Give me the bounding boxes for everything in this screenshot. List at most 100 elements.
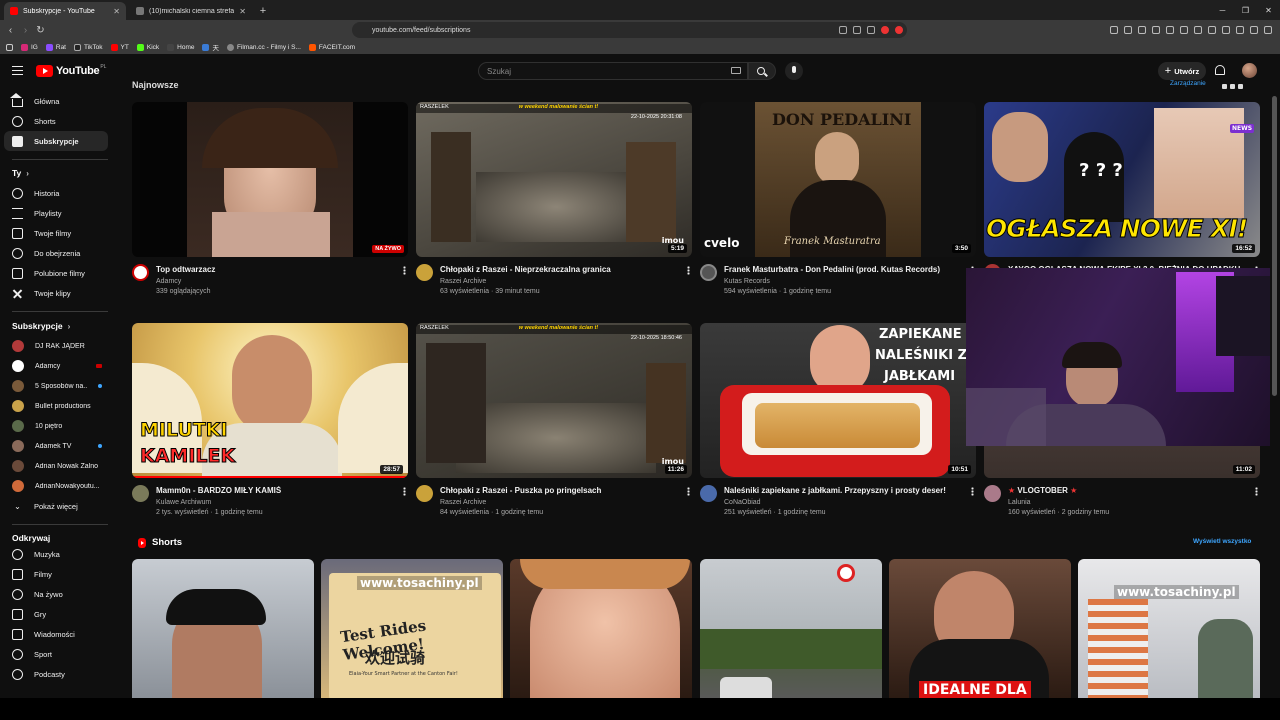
short-card[interactable] bbox=[700, 559, 882, 700]
forward-arrow-icon[interactable]: › bbox=[18, 20, 33, 40]
keyboard-icon[interactable] bbox=[731, 67, 741, 74]
sidebar-item-podcasts[interactable]: Podcasty bbox=[4, 664, 108, 684]
tab-close-icon[interactable]: ✕ bbox=[239, 7, 246, 16]
youtube-logo[interactable]: YouTube PL bbox=[36, 64, 106, 77]
sidebar-icon[interactable] bbox=[1208, 26, 1216, 34]
sidebar-item-news[interactable]: Wiadomości bbox=[4, 624, 108, 644]
brave-shield-icon[interactable] bbox=[881, 26, 889, 34]
sidebar-item-watch-later[interactable]: Do obejrzenia bbox=[4, 243, 108, 263]
extension-icon[interactable] bbox=[1138, 26, 1146, 34]
video-thumbnail[interactable]: DON PEDALINI Franek Masturatra cvelo 3:5… bbox=[700, 102, 976, 257]
tab-close-icon[interactable]: ✕ bbox=[113, 7, 120, 16]
video-title[interactable]: ★ VLOGTOBER ★ bbox=[1008, 486, 1244, 495]
sidebar-sub-item[interactable]: AdrianNowakyoutu... bbox=[4, 476, 108, 496]
sidebar-item-home[interactable]: Główna bbox=[4, 91, 108, 111]
extension-icon[interactable] bbox=[1110, 26, 1118, 34]
channel-name[interactable]: Raszei Archive bbox=[440, 278, 486, 285]
page-scrollbar[interactable] bbox=[1270, 56, 1280, 698]
bookmark-faceit[interactable]: FACEIT.com bbox=[308, 43, 355, 51]
sidebar-item-shorts[interactable]: Shorts bbox=[4, 111, 108, 131]
cast-icon[interactable] bbox=[839, 26, 847, 34]
bookmark-tian[interactable]: 天 bbox=[202, 42, 219, 52]
bookmark-filman[interactable]: Filman.cc - Filmy i S... bbox=[226, 43, 301, 51]
sidebar-sub-item[interactable]: Adrian Nowak Żalno bbox=[4, 456, 108, 476]
sidebar-item-gaming[interactable]: Gry bbox=[4, 604, 108, 624]
minimize-icon[interactable]: ─ bbox=[1211, 0, 1234, 20]
sidebar-item-playlists[interactable]: Playlisty bbox=[4, 203, 108, 223]
bookmark-yt[interactable]: YT bbox=[110, 43, 129, 51]
star-icon[interactable] bbox=[867, 26, 875, 34]
extension-icon[interactable] bbox=[1152, 26, 1160, 34]
channel-name[interactable]: Raszei Archive bbox=[440, 499, 486, 506]
sidebar-sub-item[interactable]: Adamek TV bbox=[4, 436, 108, 456]
more-actions-icon[interactable] bbox=[687, 487, 690, 496]
short-card[interactable]: www.tosachiny.pl bbox=[1078, 559, 1260, 700]
short-card[interactable] bbox=[132, 559, 314, 700]
video-title[interactable]: Chłopaki z Raszei - Nieprzekraczalna gra… bbox=[440, 265, 676, 274]
channel-avatar[interactable] bbox=[416, 264, 433, 281]
bookmark-kick[interactable]: Kick bbox=[136, 43, 159, 51]
more-actions-icon[interactable] bbox=[971, 487, 974, 496]
voice-search-button[interactable] bbox=[785, 62, 803, 80]
video-title[interactable]: Top odtwarzacz bbox=[156, 265, 392, 274]
bookmark-rat[interactable]: Rat bbox=[45, 43, 66, 51]
vpn-icon[interactable] bbox=[1236, 26, 1244, 34]
sidebar-item-sport[interactable]: Sport bbox=[4, 644, 108, 664]
search-input[interactable]: Szukaj bbox=[478, 62, 748, 80]
channel-avatar[interactable] bbox=[984, 485, 1001, 502]
sidebar-item-clips[interactable]: Twoje klipy bbox=[4, 283, 108, 303]
extension-icon[interactable] bbox=[1180, 26, 1188, 34]
sidebar-item-movies[interactable]: Filmy bbox=[4, 564, 108, 584]
more-actions-icon[interactable] bbox=[403, 266, 406, 275]
sidebar-item-your-videos[interactable]: Twoje filmy bbox=[4, 223, 108, 243]
apps-grid-icon[interactable] bbox=[6, 43, 13, 51]
video-thumbnail[interactable]: RASZELEK w weekend malowanie ścian t! 22-… bbox=[416, 323, 692, 478]
extension-icon[interactable] bbox=[1124, 26, 1132, 34]
guide-menu-icon[interactable] bbox=[12, 66, 23, 75]
channel-name[interactable]: Adamcy bbox=[156, 278, 181, 285]
grid-view-icon[interactable] bbox=[1222, 84, 1243, 89]
sidebar-you-heading[interactable]: Ty › bbox=[12, 168, 29, 178]
sidebar-item-live[interactable]: Na żywo bbox=[4, 584, 108, 604]
bookmark-home[interactable]: Home bbox=[167, 43, 194, 51]
share-icon[interactable] bbox=[853, 26, 861, 34]
rewards-icon[interactable] bbox=[895, 26, 903, 34]
account-avatar[interactable] bbox=[1242, 63, 1257, 78]
video-title[interactable]: Mamm0n - BARDZO MIŁY KAMIŚ bbox=[156, 486, 392, 495]
channel-name[interactable]: CoNaObiad bbox=[724, 499, 761, 506]
sidebar-subscriptions-heading[interactable]: Subskrypcje › bbox=[12, 321, 70, 331]
sidebar-sub-item[interactable]: 5 Sposobów na... bbox=[4, 376, 108, 396]
menu-icon[interactable] bbox=[1264, 26, 1272, 34]
back-arrow-icon[interactable]: ‹ bbox=[3, 20, 18, 40]
sidebar-item-history[interactable]: Historia bbox=[4, 183, 108, 203]
create-button[interactable]: + Utwórz bbox=[1158, 62, 1206, 80]
close-window-icon[interactable]: ✕ bbox=[1257, 0, 1280, 20]
notifications-bell-icon[interactable] bbox=[1215, 65, 1225, 75]
video-thumbnail[interactable]: ? ? ? OGŁASZA NOWE XI! NEWS 16:52 bbox=[984, 102, 1260, 257]
browser-tab-second[interactable]: (10)michalski ciemna strefa (@micha... ✕ bbox=[130, 2, 252, 20]
channel-avatar[interactable] bbox=[700, 485, 717, 502]
short-card[interactable]: IDEALNE DLA bbox=[889, 559, 1071, 700]
browser-tab-youtube[interactable]: Subskrypcje - YouTube ✕ bbox=[4, 2, 126, 20]
channel-name[interactable]: Kulawe Archiwum bbox=[156, 499, 211, 506]
manage-link[interactable]: Zarządzanie bbox=[1170, 80, 1206, 87]
bookmark-ig[interactable]: IG bbox=[21, 43, 38, 51]
video-title[interactable]: Franek Masturbatra - Don Pedalini (prod.… bbox=[724, 265, 960, 274]
sidebar-sub-item[interactable]: Adamcy bbox=[4, 356, 108, 376]
short-card[interactable] bbox=[510, 559, 692, 700]
video-thumbnail[interactable]: MILUTKI KAMILEK 28:57 bbox=[132, 323, 408, 478]
sidebar-item-subscriptions[interactable]: Subskrypcje bbox=[4, 131, 108, 151]
download-icon[interactable] bbox=[1250, 26, 1258, 34]
wallet-icon[interactable] bbox=[1222, 26, 1230, 34]
music-icon[interactable] bbox=[1194, 26, 1202, 34]
extension-icon[interactable] bbox=[1166, 26, 1174, 34]
bookmark-tiktok[interactable]: TikTok bbox=[74, 43, 103, 51]
shorts-see-all-link[interactable]: Wyświetl wszystko bbox=[1193, 538, 1251, 545]
video-title[interactable]: Naleśniki zapiekane z jabłkami. Przepysz… bbox=[724, 486, 960, 495]
more-actions-icon[interactable] bbox=[403, 487, 406, 496]
more-actions-icon[interactable] bbox=[1255, 487, 1258, 496]
maximize-icon[interactable]: ❐ bbox=[1234, 0, 1257, 20]
scroll-thumb[interactable] bbox=[1272, 96, 1277, 396]
video-thumbnail[interactable]: ZAPIEKANE NALEŚNIKI Z JABŁKAMI 10:51 bbox=[700, 323, 976, 478]
sidebar-sub-item[interactable]: Bullet productions bbox=[4, 396, 108, 416]
